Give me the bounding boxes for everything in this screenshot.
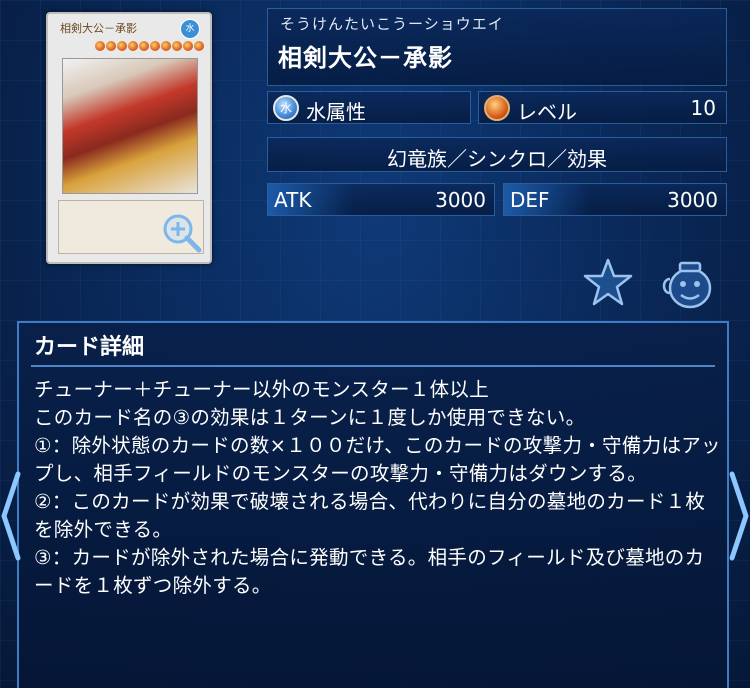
previous-card-button[interactable] (0, 468, 22, 564)
def-box: DEF 3000 (503, 183, 727, 216)
card-artwork (62, 58, 198, 194)
chevron-right-icon (729, 471, 749, 561)
attribute-label: 水属性 (306, 100, 366, 124)
thumbnail-attribute-icon: 水 (180, 19, 200, 39)
thumbnail-card-name: 相剣大公－承影 (60, 22, 137, 35)
card-name-reading: そうけんたいこうーショウエイ (280, 15, 504, 33)
level-value: 10 (690, 96, 716, 120)
water-attribute-icon: 水 (273, 95, 299, 121)
def-value: 3000 (667, 188, 718, 212)
attribute-box: 水 水属性 (267, 91, 471, 124)
atk-box: ATK 3000 (267, 183, 495, 216)
type-line: 幻竜族／シンクロ／効果 (387, 147, 607, 171)
atk-value: 3000 (435, 188, 486, 212)
card-name: 相剣大公－承影 (278, 44, 453, 72)
atk-label: ATK (268, 184, 354, 215)
level-box: レベル 10 (478, 91, 727, 124)
pot-of-greed-icon (662, 261, 712, 309)
chevron-left-icon (1, 471, 21, 561)
card-detail-panel[interactable]: カード詳細 チューナー＋チューナー以外のモンスター１体以上 このカード名の③の効… (17, 321, 729, 688)
star-icon (583, 258, 633, 306)
pot-button[interactable] (660, 255, 716, 311)
next-card-button[interactable] (728, 468, 750, 564)
favorite-button[interactable] (582, 257, 634, 309)
zoom-in-icon (163, 214, 202, 253)
card-effect-text: チューナー＋チューナー以外のモンスター１体以上 このカード名の③の効果は１ターン… (34, 378, 721, 597)
zoom-button[interactable] (160, 211, 204, 255)
level-star-icon (484, 95, 510, 121)
type-line-box: 幻竜族／シンクロ／効果 (267, 137, 727, 172)
thumbnail-level-stars (76, 41, 204, 53)
card-detail-title: カード詳細 (34, 335, 145, 360)
detail-divider (31, 365, 715, 367)
level-label: レベル (517, 100, 577, 124)
def-label: DEF (504, 184, 590, 215)
